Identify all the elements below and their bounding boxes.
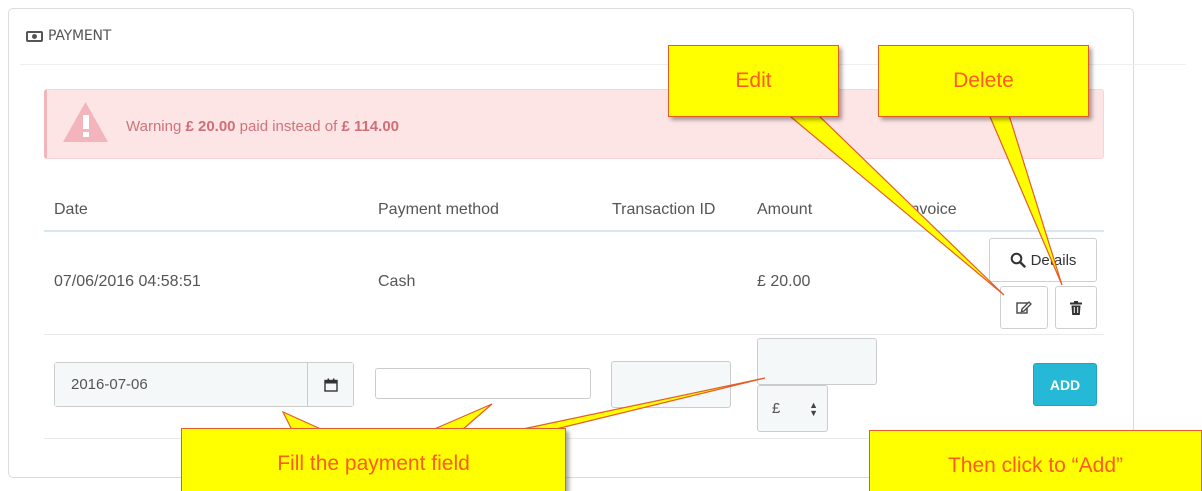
panel-title: PAYMENT [48, 28, 112, 44]
due-amount: £ 114.00 [341, 118, 399, 135]
row-amount: £ 20.00 [757, 273, 811, 290]
details-label: Details [1030, 251, 1077, 269]
row-payment-method: Cash [378, 273, 416, 290]
money-icon [26, 30, 43, 42]
header-divider [44, 230, 1104, 232]
header-transaction-id: Transaction ID [612, 201, 716, 218]
details-button[interactable]: Details [989, 238, 1097, 282]
date-input[interactable] [55, 363, 307, 406]
alert-text: Warning £ 20.00 paid instead of £ 114.00 [126, 118, 399, 135]
header-amount: Amount [757, 201, 813, 218]
calendar-icon[interactable] [307, 363, 353, 406]
date-input-group[interactable] [54, 362, 354, 407]
fill-callout: Fill the payment field [181, 428, 566, 491]
search-icon [1010, 252, 1026, 268]
payment-method-input[interactable] [375, 368, 591, 399]
header-date: Date [54, 201, 88, 218]
add-callout: Then click to “Add” [869, 430, 1202, 491]
currency-select[interactable]: £ ▲ ▼ [757, 385, 828, 432]
amount-input[interactable] [757, 338, 877, 385]
warning-icon [63, 102, 108, 142]
paid-amount: £ 20.00 [185, 118, 236, 135]
currency-value: £ [772, 400, 781, 417]
delete-button[interactable] [1055, 286, 1097, 329]
row-date: 07/06/2016 04:58:51 [54, 273, 201, 290]
header-invoice: Invoice [906, 201, 957, 218]
add-button[interactable]: ADD [1033, 363, 1097, 406]
delete-callout: Delete [878, 45, 1089, 117]
edit-icon [1016, 301, 1032, 314]
select-arrows-icon: ▲ ▼ [809, 400, 818, 418]
edit-button[interactable] [1000, 286, 1048, 329]
panel-heading: PAYMENT [26, 28, 111, 44]
row-divider [44, 334, 1104, 335]
edit-callout: Edit [668, 45, 839, 117]
trash-icon [1070, 300, 1082, 315]
header-payment-method: Payment method [378, 201, 499, 218]
transaction-id-input[interactable] [611, 361, 731, 408]
